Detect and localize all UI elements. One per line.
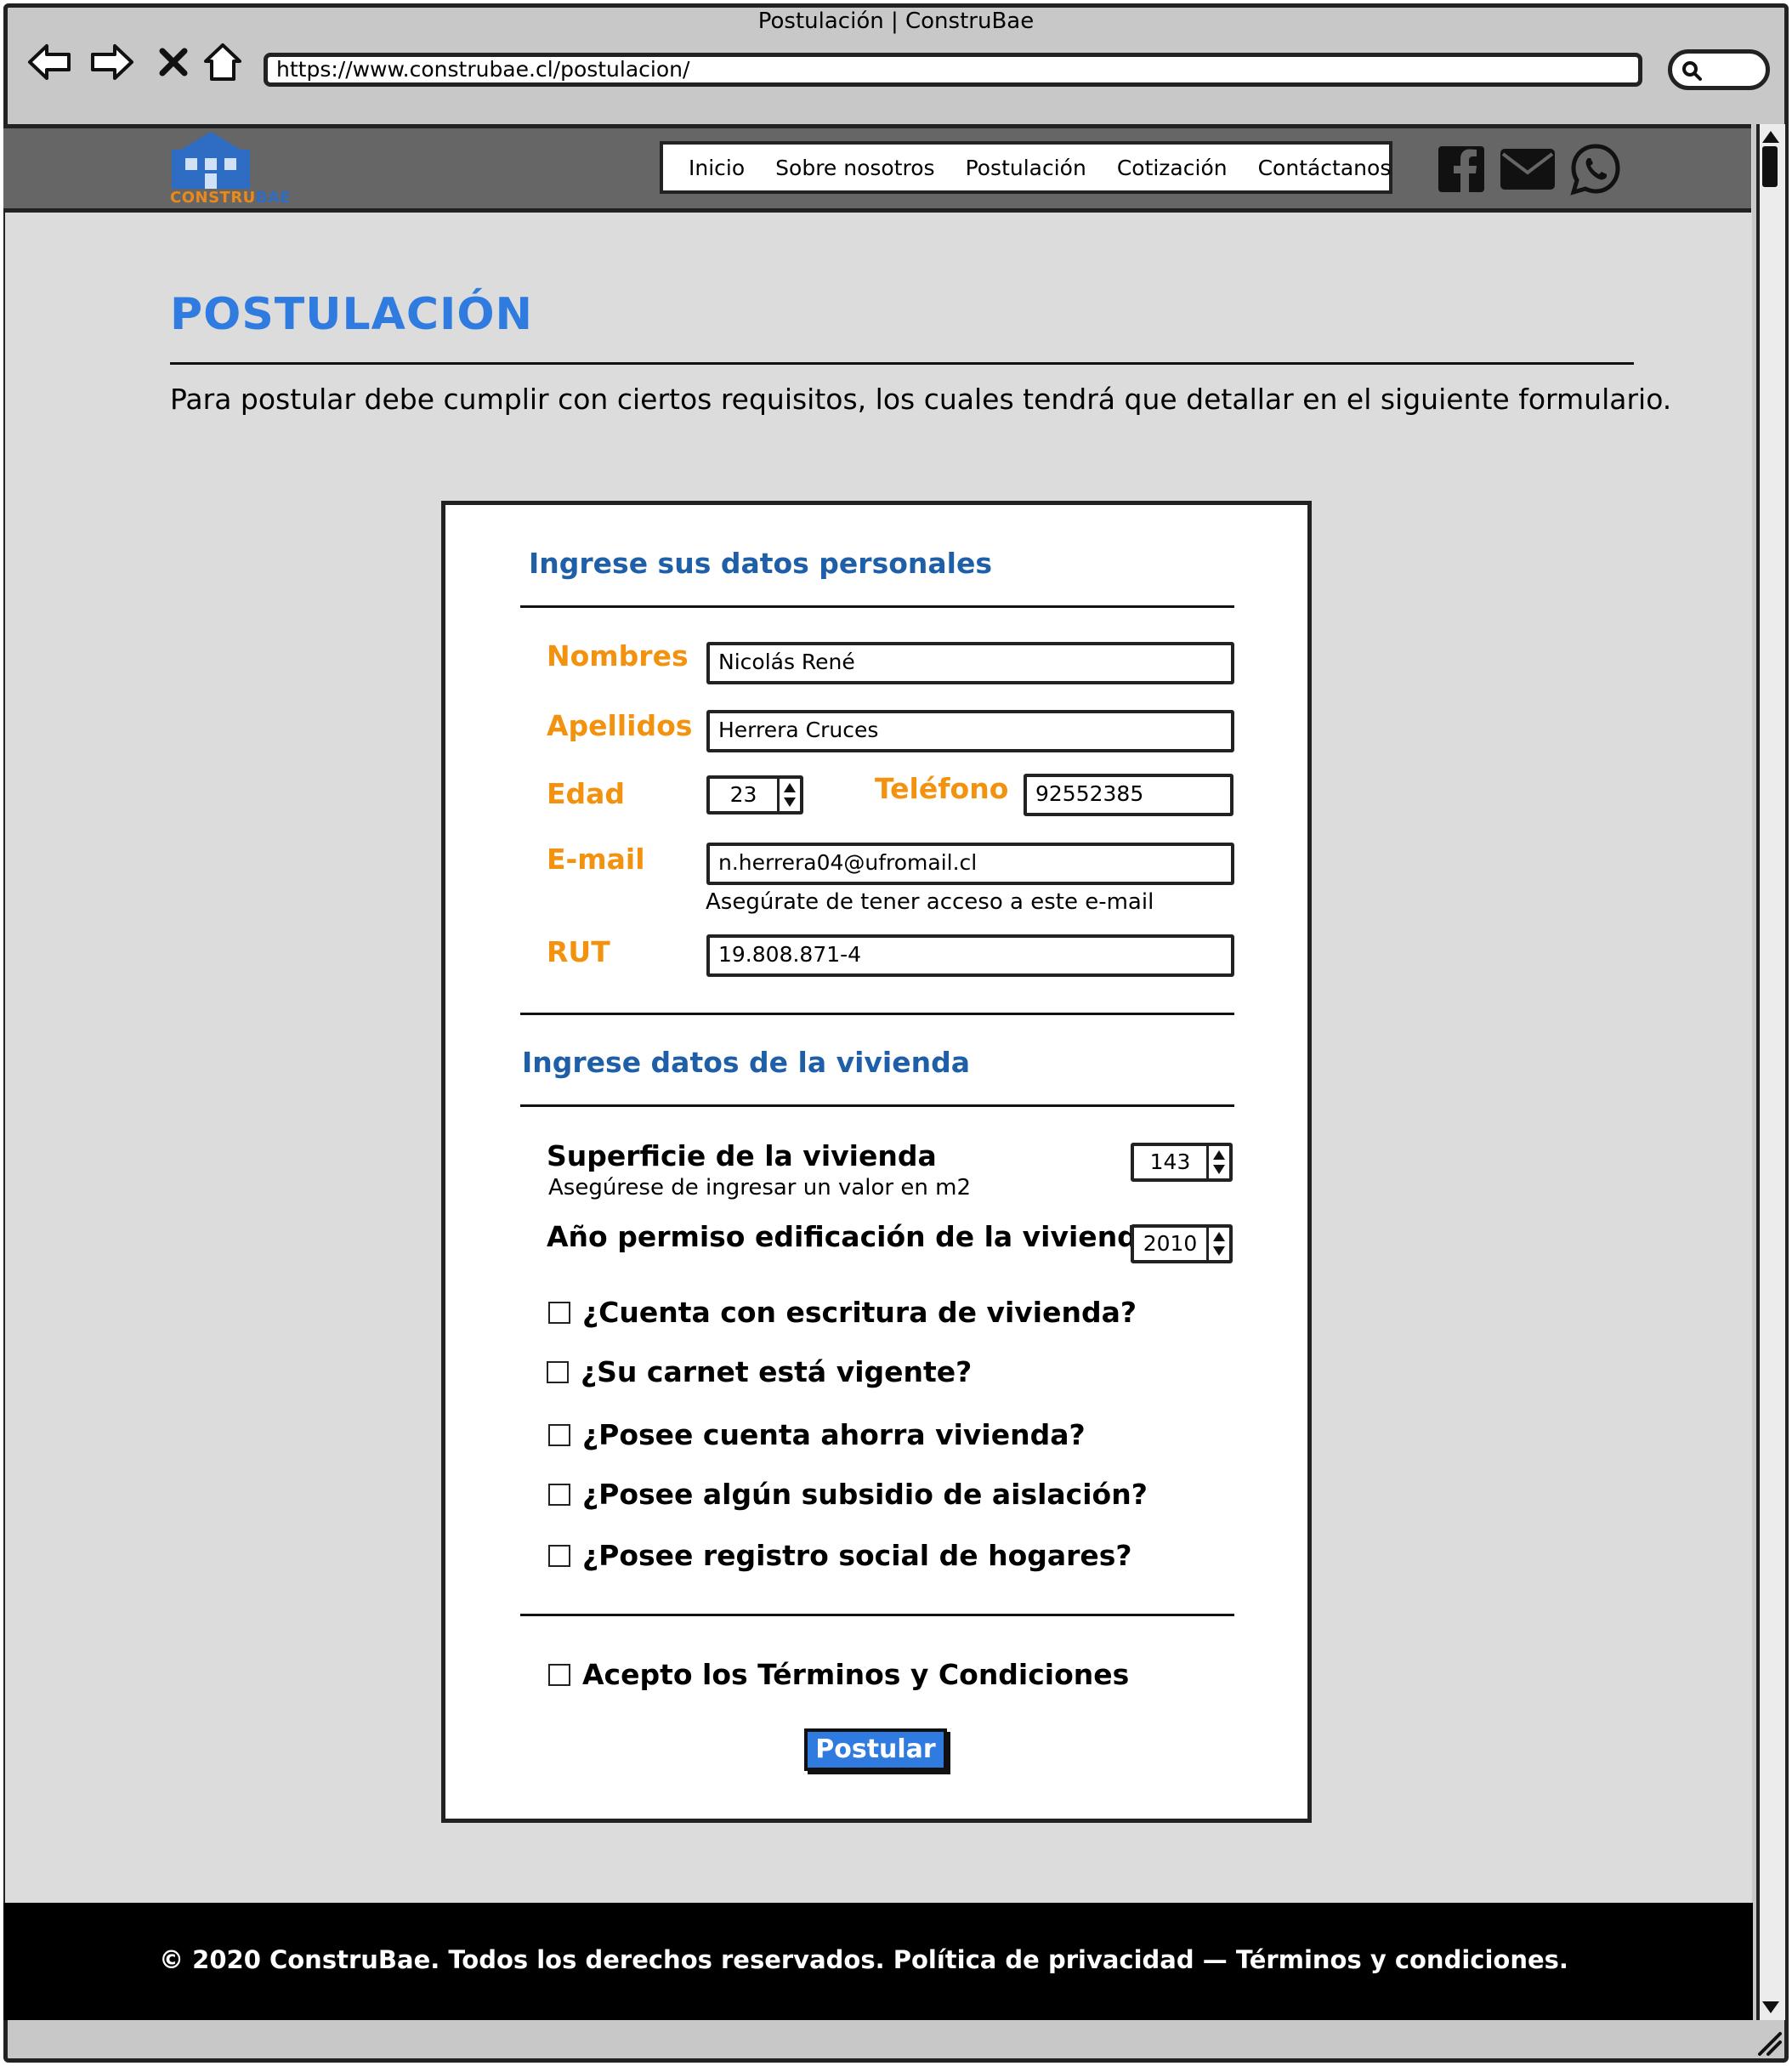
nombres-input[interactable]: Nicolás René	[706, 642, 1234, 684]
nav-item-sobre-nosotros[interactable]: Sobre nosotros	[760, 156, 950, 180]
question-label: ¿Posee registro social de hogares?	[582, 1539, 1132, 1572]
personal-section-title: Ingrese sus datos personales	[529, 547, 992, 580]
nav-item-contactanos[interactable]: Contáctanos	[1243, 156, 1407, 180]
facebook-icon[interactable]	[1432, 139, 1491, 199]
terms-checkbox-row[interactable]: Acepto los Términos y Condiciones	[548, 1658, 1129, 1691]
resize-grip-icon[interactable]	[1753, 2027, 1783, 2057]
checkbox[interactable]	[548, 1301, 570, 1324]
question-label: ¿Posee algún subsidio de aislación?	[582, 1478, 1148, 1511]
section-divider	[520, 1614, 1234, 1616]
question-label: ¿Su carnet está vigente?	[581, 1355, 973, 1388]
house-logo-icon	[172, 132, 250, 189]
nav-item-inicio[interactable]: Inicio	[663, 156, 760, 180]
checkbox[interactable]	[548, 1483, 570, 1506]
question-label: ¿Cuenta con escritura de vivienda?	[582, 1296, 1137, 1329]
superficie-label: Superficie de la vivienda	[547, 1139, 937, 1172]
section-divider	[520, 1104, 1234, 1107]
terms-label: Acepto los Términos y Condiciones	[582, 1658, 1130, 1691]
main-nav: Inicio Sobre nosotros Postulación Cotiza…	[660, 141, 1392, 194]
superficie-stepper[interactable]: 143	[1131, 1143, 1233, 1182]
telefono-input[interactable]: 92552385	[1024, 774, 1233, 816]
scrollbar[interactable]	[1756, 124, 1785, 2020]
whatsapp-icon[interactable]	[1566, 139, 1625, 199]
checkbox[interactable]	[547, 1360, 569, 1383]
apellidos-label: Apellidos	[547, 709, 693, 742]
forward-icon[interactable]	[88, 38, 136, 86]
title-divider	[170, 362, 1634, 365]
section-divider	[520, 605, 1234, 608]
telefono-label: Teléfono	[875, 772, 1009, 805]
spinner-arrows-icon[interactable]	[1206, 1228, 1229, 1260]
rut-input[interactable]: 19.808.871-4	[706, 934, 1234, 977]
scroll-thumb[interactable]	[1762, 146, 1778, 187]
search-icon	[1682, 61, 1702, 81]
scroll-down-icon[interactable]	[1760, 1998, 1782, 2017]
nombres-label: Nombres	[547, 639, 689, 673]
checkbox[interactable]	[548, 1544, 570, 1567]
email-input[interactable]: n.herrera04@ufromail.cl	[706, 843, 1234, 885]
anio-permiso-value: 2010	[1143, 1231, 1198, 1256]
question-escritura[interactable]: ¿Cuenta con escritura de vivienda?	[548, 1296, 1137, 1329]
nav-item-cotizacion[interactable]: Cotización	[1102, 156, 1243, 180]
footer-text[interactable]: © 2020 ConstruBae. Todos los derechos re…	[159, 1945, 1568, 1974]
stop-icon[interactable]	[150, 38, 197, 86]
question-label: ¿Posee cuenta ahorra vivienda?	[582, 1418, 1086, 1451]
checkbox[interactable]	[548, 1423, 570, 1446]
page-intro: Para postular debe cumplir con ciertos r…	[170, 383, 1672, 416]
home-icon[interactable]	[199, 38, 247, 86]
edad-label: Edad	[547, 777, 626, 810]
page-title: POSTULACIÓN	[170, 289, 534, 340]
browser-search-field[interactable]	[1668, 49, 1770, 90]
anio-permiso-label: Año permiso edificación de la vivienda	[547, 1220, 1157, 1253]
question-carnet[interactable]: ¿Su carnet está vigente?	[547, 1355, 972, 1388]
nav-item-postulacion[interactable]: Postulación	[950, 156, 1102, 180]
edad-value: 23	[729, 782, 757, 807]
back-icon[interactable]	[26, 38, 73, 86]
url-bar[interactable]: https://www.construbae.cl/postulacion/	[264, 53, 1642, 87]
question-registro-social[interactable]: ¿Posee registro social de hogares?	[548, 1539, 1132, 1572]
scroll-up-icon[interactable]	[1760, 128, 1782, 146]
apellidos-input[interactable]: Herrera Cruces	[706, 710, 1234, 752]
email-label: E-mail	[547, 843, 645, 876]
vivienda-section-title: Ingrese datos de la vivienda	[522, 1046, 971, 1079]
rut-label: RUT	[547, 935, 610, 968]
window-title: Postulación | ConstruBae	[757, 9, 1035, 34]
postular-button[interactable]: Postular	[804, 1728, 947, 1771]
logo-text-a: CONSTRU	[170, 189, 256, 207]
superficie-hint: Asegúrese de ingresar un valor en m2	[548, 1175, 971, 1200]
mail-icon[interactable]	[1498, 139, 1557, 199]
spinner-arrows-icon[interactable]	[1206, 1146, 1229, 1178]
logo-text-b: BAE	[255, 189, 292, 207]
email-hint: Asegúrate de tener acceso a este e-mail	[706, 889, 1154, 915]
footer-text-wrap: © 2020 ConstruBae. Todos los derechos re…	[0, 1945, 1792, 1974]
terms-checkbox[interactable]	[548, 1663, 570, 1686]
spinner-arrows-icon[interactable]	[777, 779, 800, 811]
section-divider	[520, 1013, 1234, 1015]
question-cuenta-ahorro[interactable]: ¿Posee cuenta ahorra vivienda?	[548, 1418, 1086, 1451]
logo-text: CONSTRUBAE	[170, 189, 291, 207]
anio-permiso-stepper[interactable]: 2010	[1131, 1224, 1233, 1263]
edad-stepper[interactable]: 23	[706, 775, 803, 814]
superficie-value: 143	[1149, 1149, 1191, 1174]
question-subsidio[interactable]: ¿Posee algún subsidio de aislación?	[548, 1478, 1148, 1511]
